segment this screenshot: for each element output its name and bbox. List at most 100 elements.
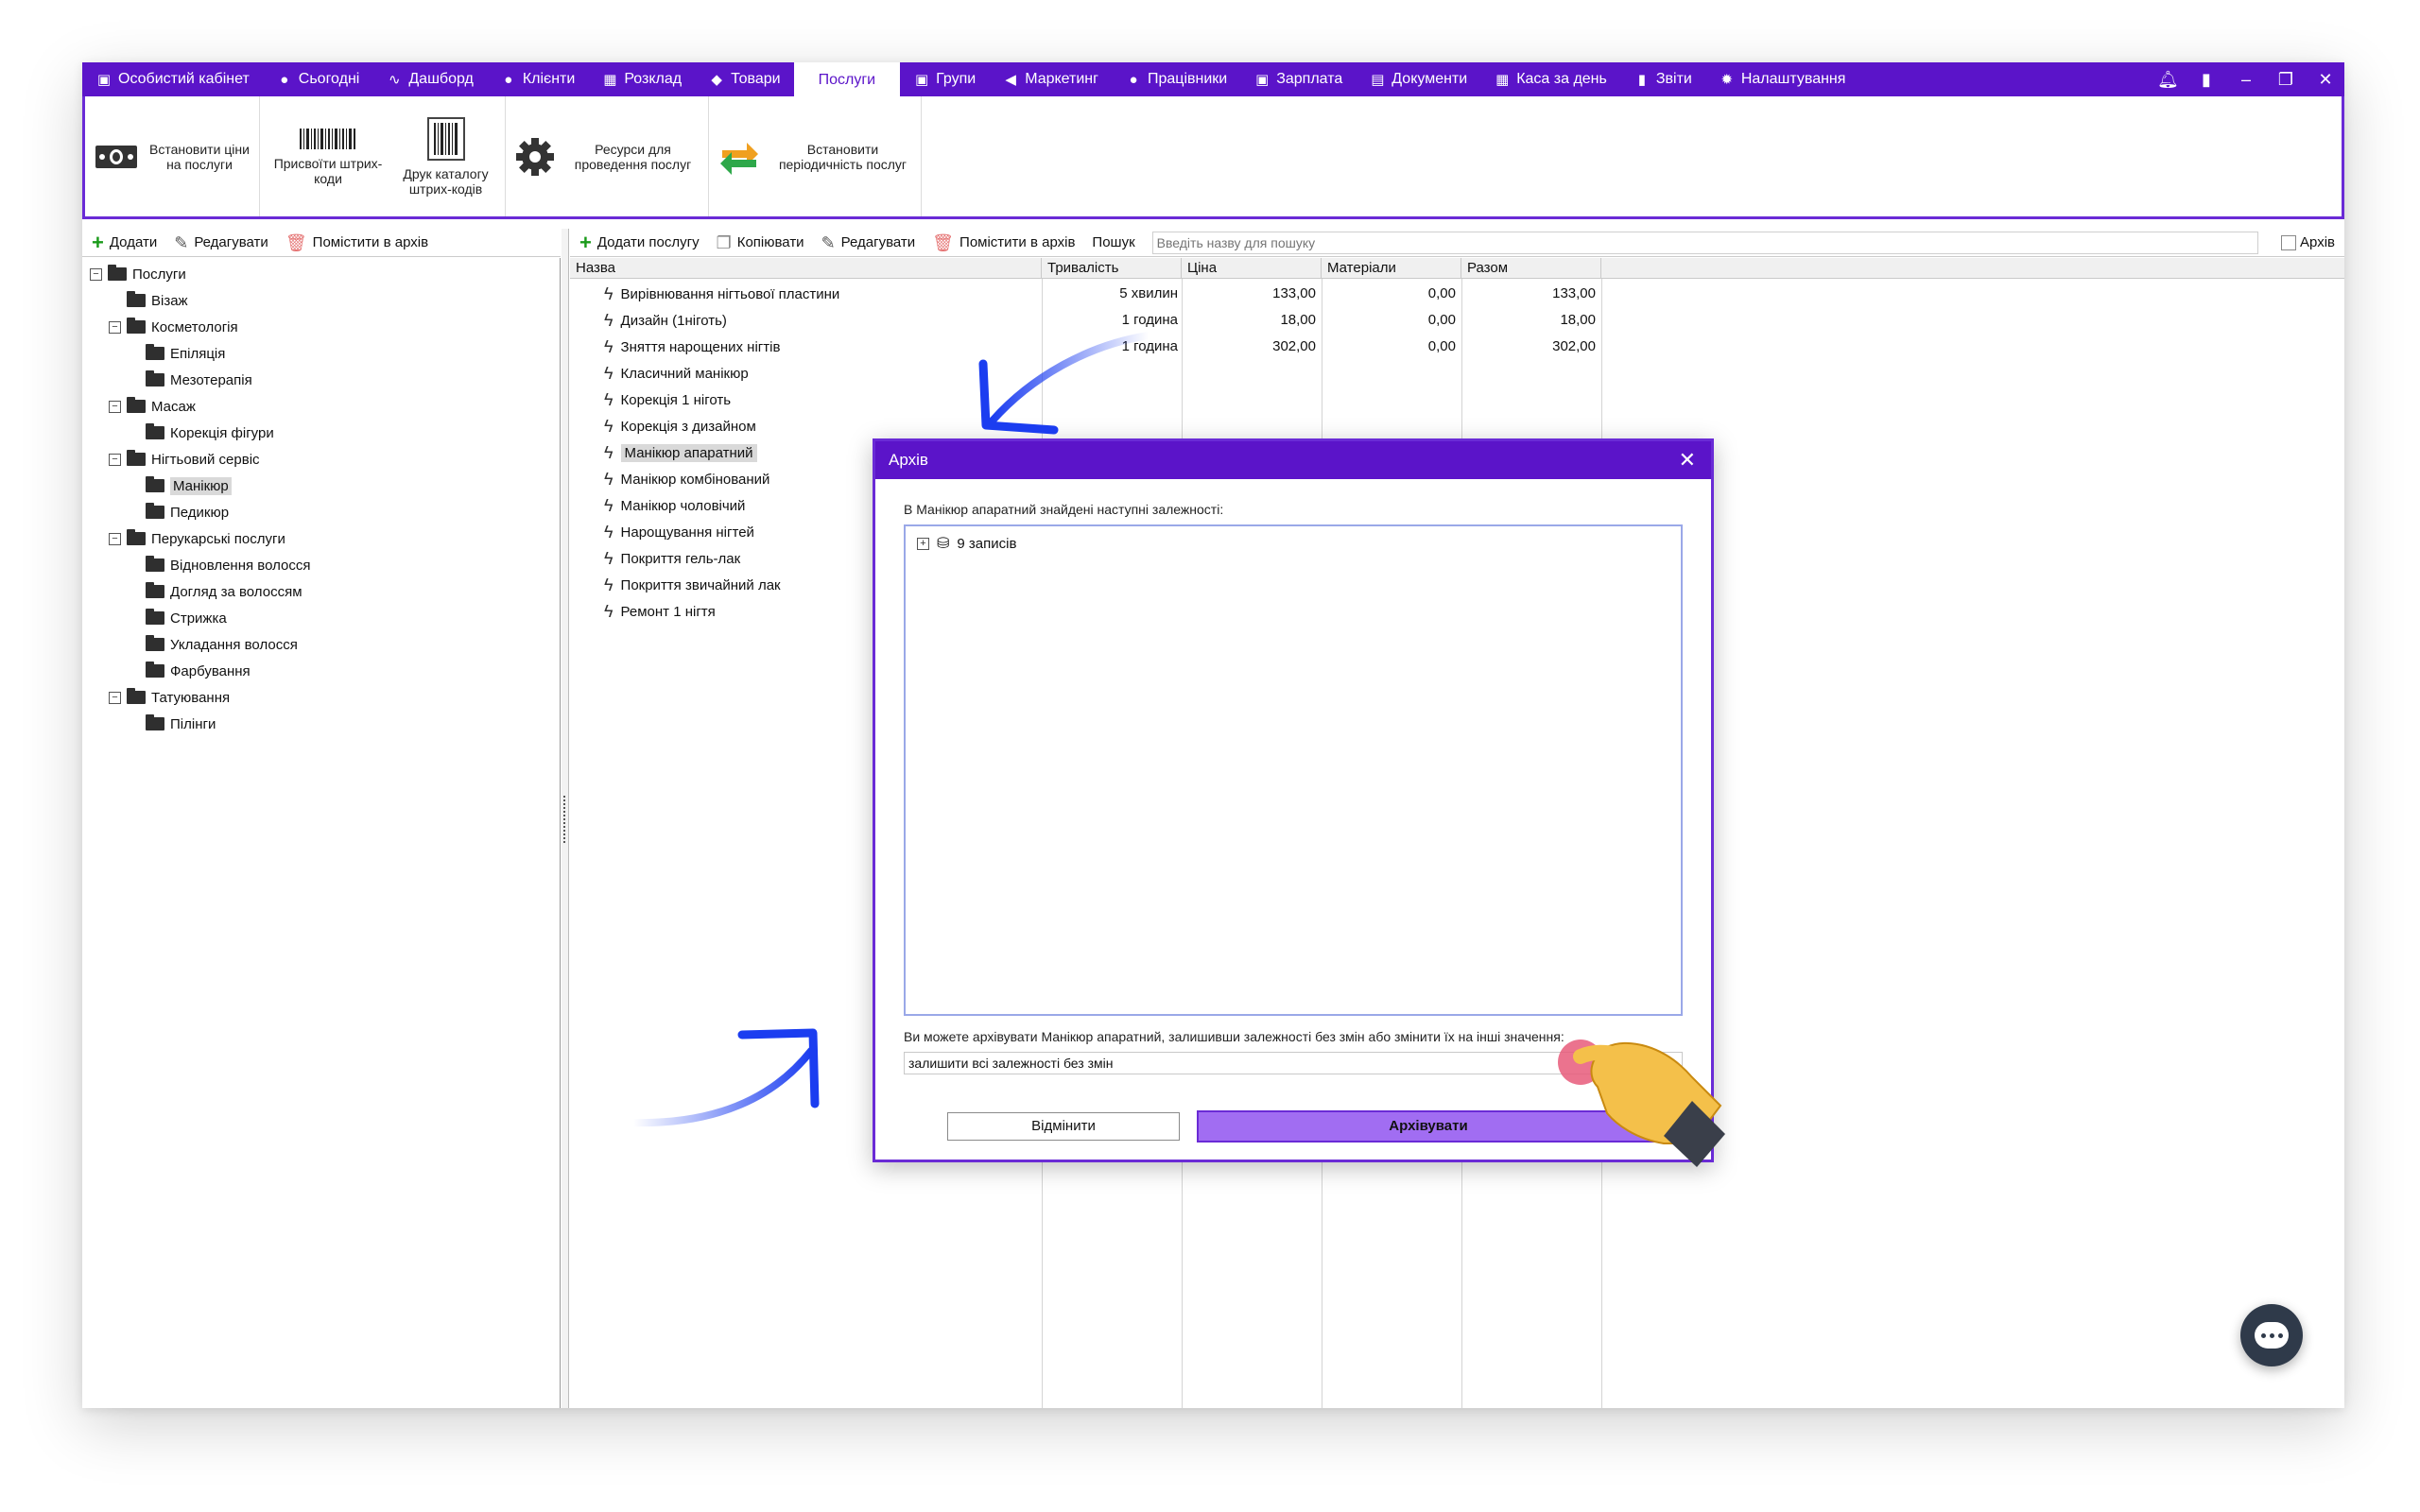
tree-node[interactable]: Відновлення волосся [128, 553, 311, 577]
tree-node[interactable]: Пілінги [128, 712, 216, 736]
chat-button[interactable] [2240, 1304, 2303, 1366]
tree-node[interactable]: Візаж [109, 288, 188, 313]
cancel-button[interactable]: Відмінити [947, 1112, 1180, 1141]
service-name-cell[interactable]: ϟ Покриття гель-лак [604, 549, 740, 569]
menu-item-13[interactable]: ▮ Звіти [1620, 62, 1705, 96]
lightning-icon: ϟ [604, 337, 614, 356]
splitter-grip[interactable] [563, 796, 567, 843]
table-row[interactable]: ϟ Класичний манікюр [570, 360, 2344, 387]
archive-service-button[interactable]: 🗑︎ Помістити в архів [932, 234, 1075, 251]
periodicity-button[interactable]: Встановити періодичність послуг [718, 137, 916, 177]
table-row[interactable]: ϟ Вирівнювання нігтьової пластини 5 хвилин… [570, 281, 2344, 307]
restore-button[interactable]: ❐ [2276, 70, 2295, 90]
assign-barcodes-button[interactable]: Присвоїти штрих-коди [269, 128, 387, 186]
tree-node[interactable]: Манікюр [128, 473, 232, 498]
tree-node[interactable]: Укладання волосся [128, 632, 298, 657]
bell-icon[interactable]: 🔔︎ [2157, 70, 2179, 90]
print-barcodes-button[interactable]: Друк каталогу штрих-кодів [396, 116, 495, 197]
tree-node[interactable]: − Послуги [90, 262, 186, 286]
service-name-cell[interactable]: ϟ Манікюр комбінований [604, 470, 769, 490]
service-name-cell[interactable]: ϟ Корекція з дизайном [604, 417, 756, 437]
menu-item-11[interactable]: ▤ Документи [1356, 62, 1480, 96]
menu-item-0[interactable]: ▣ Особистий кабінет [82, 62, 263, 96]
tree-node[interactable]: Корекція фігури [128, 421, 274, 445]
service-name-cell[interactable]: ϟ Нарощування нігтей [604, 523, 754, 542]
menu-item-label: Послуги [818, 72, 876, 88]
tree-node[interactable]: − Нігтьовий сервіс [109, 447, 260, 472]
column-header-total[interactable]: Разом [1461, 258, 1601, 279]
column-header-name[interactable]: Назва [570, 258, 1042, 279]
expand-toggle[interactable]: + [917, 537, 929, 550]
tree-node[interactable]: − Татуювання [109, 685, 230, 710]
menu-item-9[interactable]: ● Працівники [1112, 62, 1240, 96]
menu-item-2[interactable]: ∿ Дашборд [372, 62, 487, 96]
tree-node[interactable]: Фарбування [128, 659, 251, 683]
service-name-cell[interactable]: ϟ Вирівнювання нігтьової пластини [604, 284, 839, 304]
dependency-label: 9 записів [957, 535, 1017, 552]
service-name-cell[interactable]: ϟ Манікюр апаратний [604, 443, 757, 463]
menu-item-8[interactable]: ◀ Маркетинг [989, 62, 1112, 96]
resources-button[interactable]: Ресурси для проведення послуг [515, 137, 701, 177]
edit-service-button[interactable]: ✎ Редагувати [821, 234, 916, 251]
chat-icon [2255, 1322, 2289, 1349]
menu-item-12[interactable]: ▦ Каса за день [1480, 62, 1620, 96]
dropdown-arrow-icon[interactable]: ▼ [1665, 1053, 1674, 1074]
checkbox-box[interactable] [2281, 234, 2297, 250]
table-row[interactable]: ϟ Зняття нарощених нігтів 1 година 302,00 0,… [570, 334, 2344, 360]
add-category-button[interactable]: + Додати [92, 232, 157, 252]
panel-splitter[interactable] [562, 229, 569, 1408]
menu-item-4[interactable]: ▦ Розклад [588, 62, 695, 96]
collapse-toggle[interactable]: − [109, 320, 121, 334]
collapse-toggle[interactable]: − [109, 400, 121, 413]
edit-category-button[interactable]: ✎ Редагувати [174, 234, 268, 251]
tree-node[interactable]: Стрижка [128, 606, 227, 630]
tree-node[interactable]: − Косметологія [109, 315, 238, 339]
table-row[interactable]: ϟ Дизайн (1ніготь) 1 година 18,00 0,00 18,00 [570, 307, 2344, 334]
dependency-action-select[interactable]: залишити всі залежності без змін ▼ [904, 1052, 1683, 1074]
menu-item-7[interactable]: ▣ Групи [900, 62, 989, 96]
tree-node[interactable]: − Перукарські послуги [109, 526, 285, 551]
collapse-toggle[interactable]: − [90, 267, 102, 281]
trash-icon: 🗑︎ [285, 232, 307, 252]
menu-item-6[interactable]: Послуги [793, 62, 901, 98]
archive-confirm-button[interactable]: Архівувати [1197, 1110, 1660, 1143]
tree-node[interactable]: Догляд за волоссям [128, 579, 302, 604]
archive-category-button[interactable]: 🗑︎ Помістити в архів [285, 234, 428, 251]
add-service-button[interactable]: + Додати послугу [579, 232, 700, 252]
archive-checkbox[interactable]: Архів [2281, 234, 2335, 250]
service-name-cell[interactable]: ϟ Корекція 1 ніготь [604, 390, 731, 410]
collapse-toggle[interactable]: − [109, 691, 121, 704]
set-prices-button[interactable]: Встановити ціни на послуги [95, 142, 251, 172]
service-name-cell[interactable]: ϟ Класичний манікюр [604, 364, 749, 384]
copy-service-button[interactable]: ❐ Копіювати [717, 234, 804, 251]
tree-node[interactable]: Педикюр [128, 500, 229, 524]
dependencies-list[interactable]: + ⛁ 9 записів [904, 524, 1683, 1016]
folder-icon [146, 582, 164, 598]
service-name-cell[interactable]: ϟ Ремонт 1 нігтя [604, 602, 716, 622]
dependency-node[interactable]: + ⛁ 9 записів [917, 534, 1016, 553]
tree-node[interactable]: − Масаж [109, 394, 196, 419]
table-row[interactable]: ϟ Корекція 1 ніготь [570, 387, 2344, 413]
search-input[interactable] [1151, 231, 2258, 254]
column-header-duration[interactable]: Тривалість [1042, 258, 1182, 279]
table-row[interactable]: ϟ Корекція з дизайном [570, 413, 2344, 439]
menu-item-1[interactable]: ● Сьогодні [263, 62, 373, 96]
minimize-button[interactable]: – [2237, 70, 2256, 90]
close-window-button[interactable]: ✕ [2316, 70, 2335, 90]
service-name-cell[interactable]: ϟ Покриття звичайний лак [604, 576, 781, 595]
menu-item-14[interactable]: ✹ Налаштування [1705, 62, 1859, 96]
dialog-close-button[interactable]: ✕ [1679, 441, 1696, 479]
menu-item-5[interactable]: ◆ Товари [695, 62, 793, 96]
tree-node[interactable]: Мезотерапія [128, 368, 252, 392]
column-header-materials[interactable]: Матеріали [1322, 258, 1461, 279]
column-header-price[interactable]: Ціна [1182, 258, 1322, 279]
lock-icon[interactable]: ▮ [2197, 70, 2216, 90]
service-name-cell[interactable]: ϟ Манікюр чоловічий [604, 496, 745, 516]
menu-item-10[interactable]: ▣ Зарплата [1240, 62, 1356, 96]
collapse-toggle[interactable]: − [109, 532, 121, 545]
service-name-cell[interactable]: ϟ Дизайн (1ніготь) [604, 311, 727, 331]
tree-node[interactable]: Епіляція [128, 341, 225, 366]
collapse-toggle[interactable]: − [109, 453, 121, 466]
menu-item-3[interactable]: ● Клієнти [487, 62, 588, 96]
service-name-cell[interactable]: ϟ Зняття нарощених нігтів [604, 337, 780, 357]
